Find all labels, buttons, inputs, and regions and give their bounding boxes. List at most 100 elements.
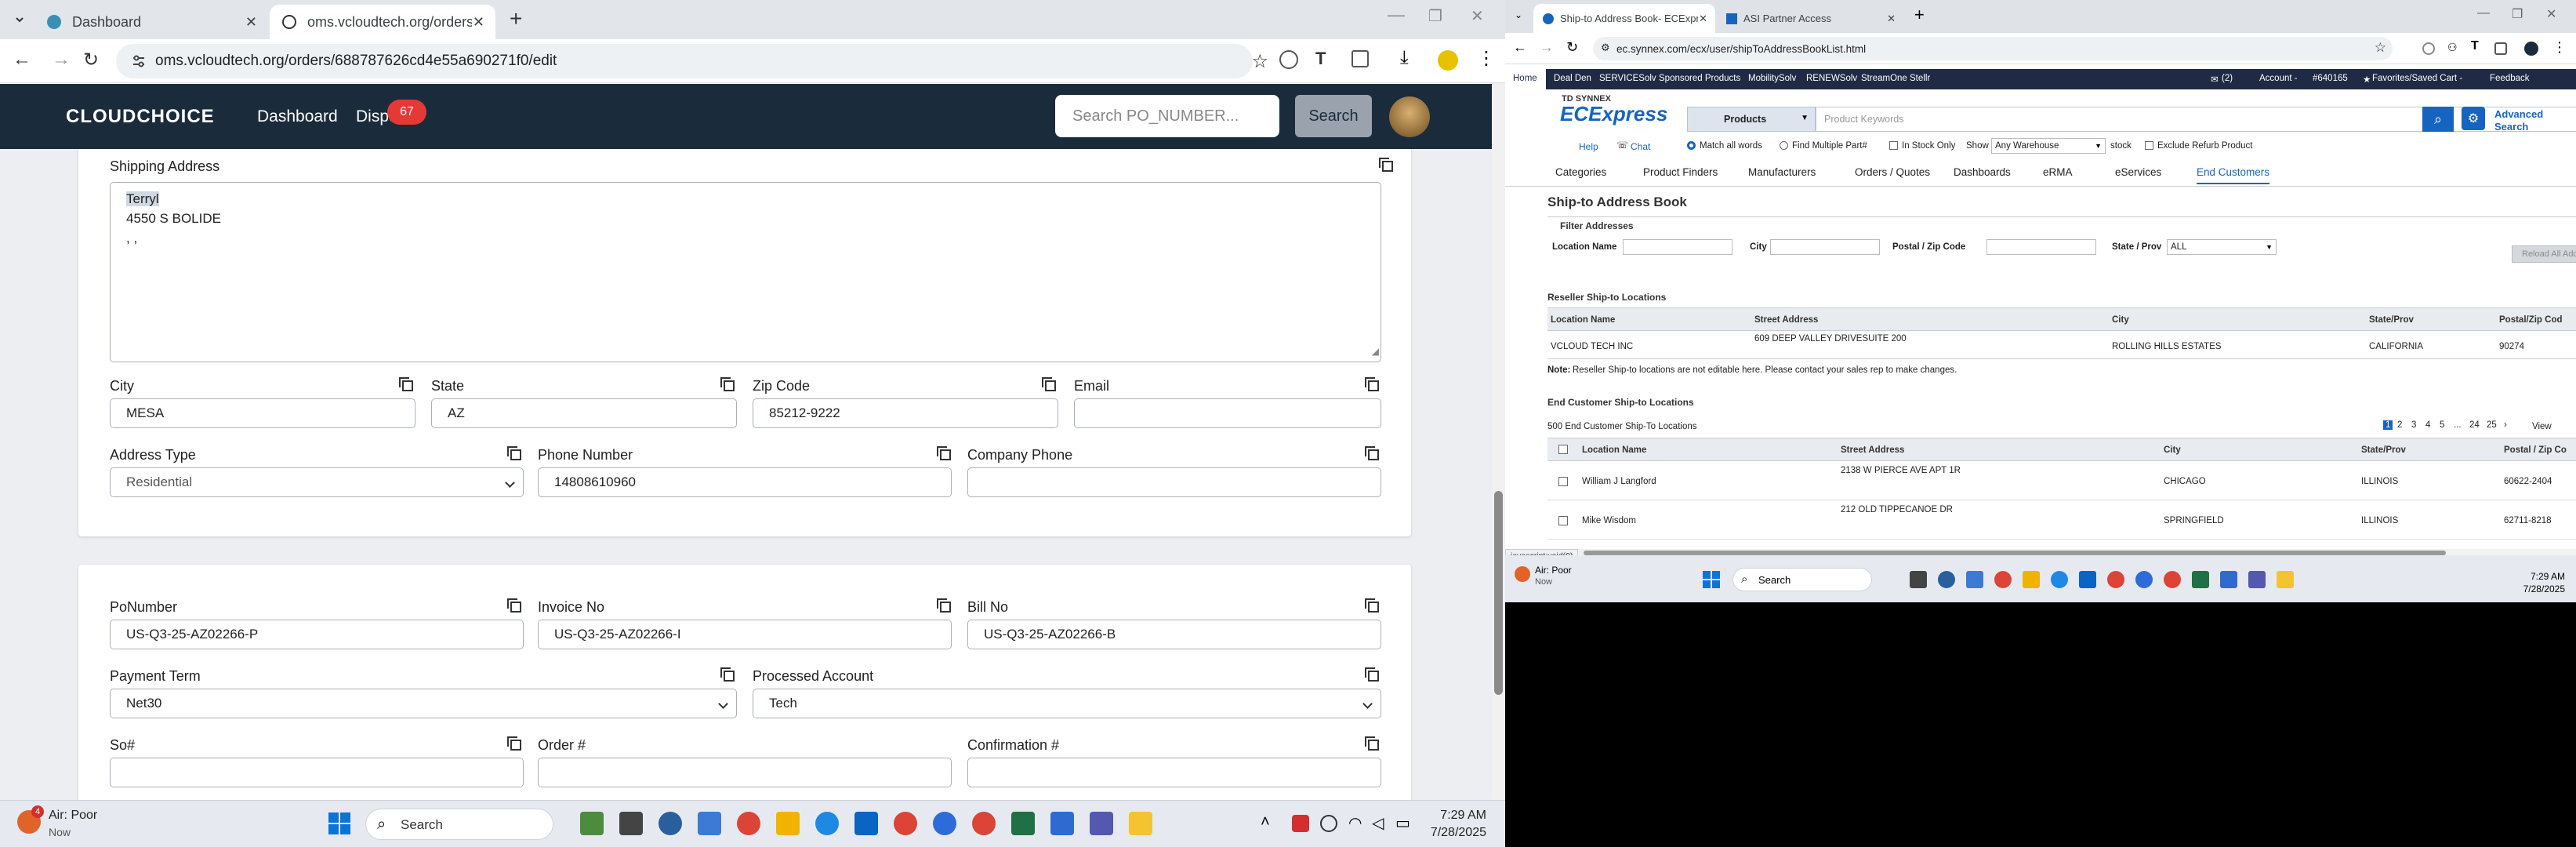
menu-kebab-icon[interactable]: ⋮ [1477,47,1496,70]
chrome-icon[interactable] [737,812,760,835]
tab-list-icon[interactable] [11,11,28,28]
app-icon[interactable] [1938,571,1955,588]
chrome-icon[interactable] [1994,571,2012,588]
address-type-select[interactable]: Residential [110,467,524,497]
close-icon[interactable]: ✕ [473,14,484,31]
toolbar-icon[interactable] [2422,42,2435,55]
table-row[interactable]: Mike Wisdom 212 OLD TIPPECANOE DR SPRING… [1547,500,2576,540]
menu-categories[interactable]: Categories [1555,166,1606,178]
copy-icon[interactable] [506,445,522,461]
city-input[interactable]: MESA [110,398,415,428]
zip-code-input[interactable]: 85212-9222 [753,398,1058,428]
clock-date[interactable]: 7/28/2025 [2502,583,2565,594]
copy-icon[interactable] [1364,598,1380,613]
profile-avatar-icon[interactable] [1438,50,1458,71]
select-all-checkbox[interactable] [1558,445,1568,454]
menu-eservices[interactable]: eServices [2115,166,2161,178]
clock-time[interactable]: 7:29 AM [2502,571,2565,582]
ecexpress-logo[interactable]: ECExpress [1560,102,1667,126]
col-state[interactable]: State/Prov [2361,445,2406,455]
copy-icon[interactable] [1041,376,1057,392]
row-checkbox[interactable] [1558,477,1568,486]
taskbar-search[interactable]: ⌕ Search [1732,568,1872,591]
app-icon[interactable] [1910,571,1927,588]
window-close-button[interactable]: ✕ [2546,6,2556,22]
nav-dashboard[interactable]: Dashboard [257,107,338,126]
chevron-up-icon[interactable]: ˄ [1261,813,1270,831]
product-search-button[interactable]: ⌕ [2422,107,2454,132]
mail-count[interactable]: (2) [2222,74,2233,83]
nav-home[interactable]: Home [1505,69,1546,89]
col-location-name[interactable]: Location Name [1582,445,1646,455]
calculator-icon[interactable] [698,812,721,835]
favorites-menu[interactable]: Favorites/Saved Cart - [2372,74,2462,83]
tab-list-icon[interactable]: ⌄ [1515,9,1522,20]
bookmark-star-icon[interactable]: ☆ [2375,40,2386,56]
menu-product-finders[interactable]: Product Finders [1643,166,1718,178]
windows-start-icon[interactable] [328,812,351,835]
copy-icon[interactable] [720,667,735,682]
forward-icon[interactable]: → [52,49,71,71]
app-icon[interactable] [2220,571,2237,588]
phone-number-input[interactable]: 14808610960 [538,467,952,497]
site-info-icon[interactable]: ⚙ [1601,42,1610,54]
excel-icon[interactable] [1011,812,1035,835]
invoice-no-input[interactable]: US-Q3-25-AZ02266-I [538,620,952,649]
col-street-address[interactable]: Street Address [1841,445,1904,455]
profile-avatar-icon[interactable] [2524,42,2538,56]
edge-icon[interactable] [815,812,839,835]
app-icon[interactable] [619,812,643,835]
copy-icon[interactable] [506,598,522,613]
tab-order-edit[interactable]: oms.vcloudtech.org/orders/68 ✕ [270,5,495,39]
match-all-radio[interactable] [1687,141,1696,150]
page-scrollbar[interactable] [1492,83,1505,800]
extensions-icon[interactable] [2494,42,2507,55]
resize-handle-icon[interactable]: ◢ [1372,342,1379,362]
chrome-icon[interactable] [2107,571,2124,588]
extensions-icon[interactable] [1351,50,1369,67]
feedback-link[interactable]: Feedback [2490,74,2530,83]
so-number-input[interactable] [110,758,524,787]
copy-icon[interactable] [1364,736,1380,751]
bill-no-input[interactable]: US-Q3-25-AZ02266-B [967,620,1381,649]
nav-sponsored-products[interactable]: Sponsored Products [1659,74,1740,83]
star-icon[interactable]: ★ [2363,74,2371,85]
outlook-icon[interactable] [2079,571,2096,588]
clock-date[interactable]: 7/28/2025 [1416,826,1486,840]
advanced-search-link[interactable]: Advanced [2494,108,2543,120]
sticky-notes-icon[interactable] [1129,812,1152,835]
translate-icon[interactable] [1279,50,1298,69]
scrollbar-thumb[interactable] [1494,491,1503,695]
zoom-icon[interactable] [2135,571,2153,588]
new-tab-button[interactable]: + [510,6,522,31]
copy-icon[interactable] [1364,667,1380,682]
nav-streamone-stellr[interactable]: StreamOne Stellr [1861,74,1930,83]
download-icon[interactable]: ⤓ [1400,47,1409,69]
app-icon[interactable] [580,812,604,835]
back-icon[interactable]: ← [13,49,31,71]
reader-mode-icon[interactable]: T [1315,49,1326,69]
mail-icon[interactable]: ✉ [2211,74,2219,85]
reload-addresses-button[interactable]: Reload All Addresses [2512,245,2576,263]
excel-icon[interactable] [2192,571,2209,588]
copy-icon[interactable] [1364,445,1380,461]
product-category-select[interactable]: Products ▼ [1687,107,1816,132]
copy-icon[interactable] [936,598,952,613]
tray-icon[interactable] [1292,815,1309,832]
filter-state-select[interactable]: ALL ▼ [2167,239,2277,255]
taskbar-search[interactable]: ⌕ Search [365,809,553,840]
page-link[interactable]: 25 [2487,420,2497,430]
new-tab-button[interactable]: + [1914,5,1925,25]
restore-button[interactable]: ❐ [2512,6,2523,22]
site-info-icon[interactable] [132,54,146,68]
copy-icon[interactable] [936,445,952,461]
chrome-icon[interactable] [2164,571,2181,588]
copy-icon[interactable] [398,376,414,392]
chrome-icon[interactable] [894,812,917,835]
teams-icon[interactable] [2248,571,2266,588]
close-icon[interactable]: ✕ [245,14,257,31]
chat-link[interactable]: Chat [1631,141,1650,152]
exclude-refurb-checkbox[interactable] [2145,141,2153,150]
wifi-icon[interactable]: ◠ [1348,813,1362,833]
advanced-search-icon[interactable]: ⚙ [2462,107,2485,130]
